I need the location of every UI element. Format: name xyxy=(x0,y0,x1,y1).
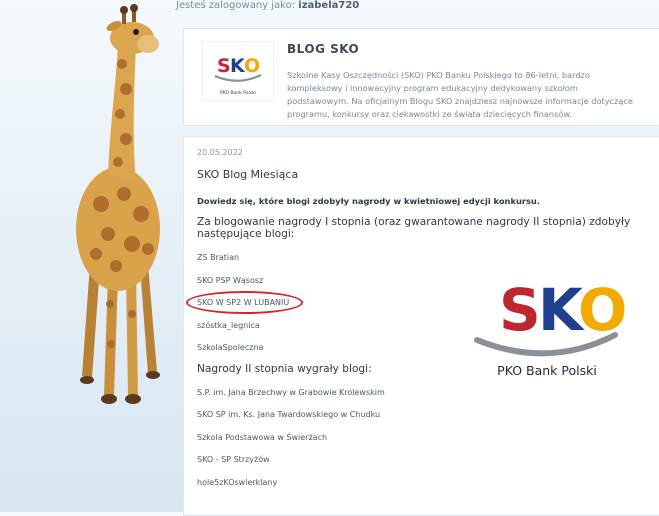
logo-small-o: O xyxy=(244,55,260,77)
second-prize-item[interactable]: S.P. im. Jana Brzechwy w Grabowie Krolew… xyxy=(197,388,385,397)
highlight-ellipse xyxy=(186,291,303,314)
second-prize-item[interactable]: SKO SP im. Ks. Jana Twardowskiego w Chud… xyxy=(197,410,380,419)
first-prize-item[interactable]: szóstka_legnica xyxy=(197,321,260,330)
login-status: Jesteś zalogowany jako: izabela720 xyxy=(176,0,359,11)
first-prize-item[interactable]: ZS Bratian xyxy=(197,253,239,262)
second-prize-item[interactable]: hole5zKOswierklany xyxy=(197,478,277,487)
blog-header-card: S K O PKO Bank Polski BLOG SKO Szkolne K… xyxy=(183,28,659,126)
logo-large-o: O xyxy=(578,276,627,344)
login-username[interactable]: izabela720 xyxy=(298,0,359,11)
sko-logo-large-icon: S K O PKO Bank Polski xyxy=(474,276,627,378)
first-prize-item[interactable]: SzkolaSpoleczna xyxy=(197,343,263,352)
logo-small-caption: PKO Bank Polski xyxy=(220,90,256,96)
blog-title: BLOG SKO xyxy=(287,42,360,56)
sko-logo-large: S K O PKO Bank Polski xyxy=(429,237,659,422)
post-date: 20.05.2022 xyxy=(197,148,243,157)
logo-small-s: S xyxy=(217,55,231,77)
first-prize-item[interactable]: SKO PSP Wąsosz xyxy=(197,276,263,285)
post-title[interactable]: SKO Blog Miesiąca xyxy=(197,168,298,181)
sko-logo-icon: S K O PKO Bank Polski xyxy=(214,55,262,96)
sko-logo-small[interactable]: S K O PKO Bank Polski xyxy=(203,42,273,100)
blog-description: Szkolne Kasy Oszczędności (SKO) PKO Bank… xyxy=(287,70,633,119)
second-prize-heading: Nagrody II stopnia wygrały blogi: xyxy=(197,363,372,375)
post-intro: Dowiedz się, które blogi zdobyły nagrody… xyxy=(197,196,540,206)
second-prize-item[interactable]: SKO - SP Strzyżów xyxy=(197,455,270,464)
login-prefix: Jesteś zalogowany jako: xyxy=(176,0,296,11)
logo-large-caption: PKO Bank Polski xyxy=(497,363,597,378)
logo-large-s: S xyxy=(499,276,541,344)
giraffe-mascot xyxy=(76,4,160,404)
post-card: 20.05.2022 SKO Blog Miesiąca Dowiedz się… xyxy=(183,136,659,516)
second-prize-item[interactable]: Szkola Podstawowa w Świerżach xyxy=(197,433,327,442)
